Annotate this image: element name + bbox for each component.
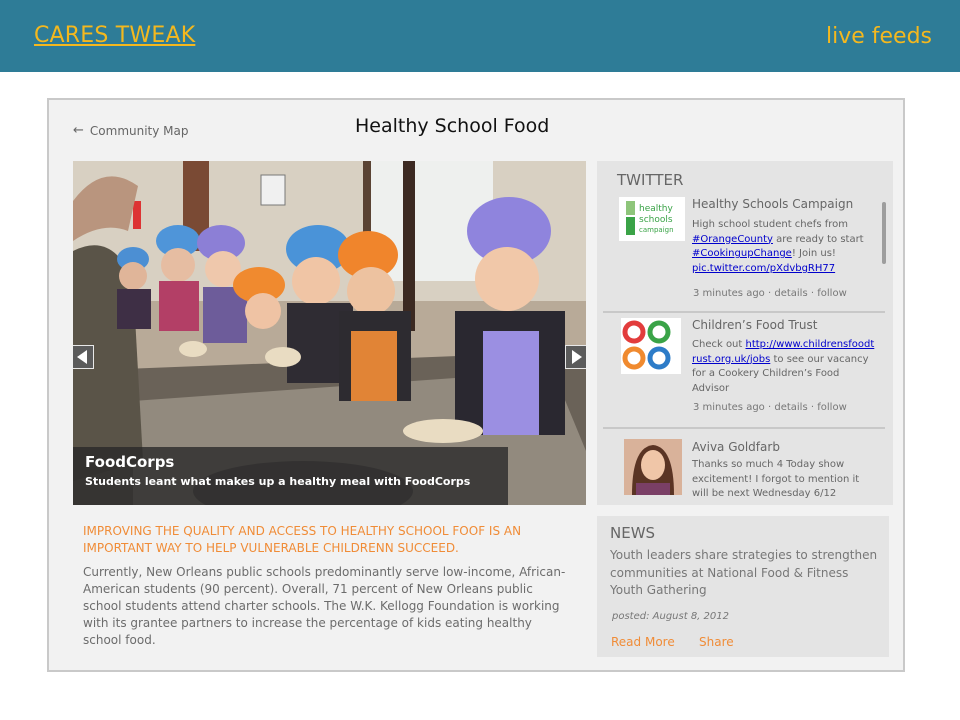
tweet-divider [603, 427, 885, 429]
news-title[interactable]: Youth leaders share strategies to streng… [610, 547, 880, 600]
news-panel: NEWS Youth leaders share strategies to s… [597, 516, 889, 657]
tweet-message: Check out http://www.childrensfoodtrust.… [692, 339, 875, 394]
twitter-feed: TWITTER healthy schools campaign Healthy… [597, 161, 893, 505]
brand-link[interactable]: CARES TWEAK [34, 23, 195, 48]
photo-link[interactable]: pic.twitter.com/pXdvbgRH77 [692, 263, 835, 274]
hero-prev-button[interactable] [73, 345, 94, 369]
tweet-author[interactable]: Aviva Goldfarb [692, 440, 780, 454]
hero-caption-subtitle: Students leant what makes up a healthy m… [85, 475, 471, 488]
page-title: Healthy School Food [355, 115, 550, 137]
healthy-schools-logo: healthy schools campaign [619, 197, 685, 241]
tweet-time: 3 minutes ago [693, 288, 765, 299]
logo-text-schools: schools [639, 215, 673, 225]
tweet-details-link[interactable]: details [774, 288, 807, 299]
tweet-follow-link[interactable]: follow [817, 288, 847, 299]
content-frame: ← Community Map Healthy School Food Food… [47, 98, 905, 672]
chevron-left-icon [77, 350, 87, 364]
back-link-label: Community Map [89, 123, 189, 138]
twitter-heading: TWITTER [617, 171, 684, 189]
back-to-community-map-link[interactable]: ← Community Map [73, 123, 189, 138]
twitter-scrollbar[interactable] [882, 202, 886, 264]
hero-caption: FoodCorps Students leant what makes up a… [73, 447, 508, 505]
tweet-author[interactable]: Children’s Food Trust [692, 318, 817, 332]
live-feeds-link[interactable]: live feeds [826, 24, 932, 49]
top-bar: CARES TWEAK live feeds [0, 0, 960, 72]
news-heading: NEWS [610, 524, 656, 542]
chevron-right-icon [572, 350, 582, 364]
tweet-meta: 3 minutes ago · details · follow [693, 288, 847, 299]
logo-text-campaign: campaign [639, 226, 674, 234]
hashtag-link[interactable]: #CookingupChange [692, 248, 792, 259]
tweet-message: Thanks so much 4 Today show excitement! … [692, 459, 860, 499]
tweet-author[interactable]: Healthy Schools Campaign [692, 197, 853, 211]
article-body: Currently, New Orleans public schools pr… [83, 565, 566, 647]
hero-caption-title: FoodCorps [85, 453, 175, 471]
share-link[interactable]: Share [699, 635, 734, 649]
read-more-link[interactable]: Read More [611, 635, 675, 649]
left-arrow-icon: ← [73, 123, 84, 138]
hero-next-button[interactable] [565, 345, 586, 369]
tweet-details-link[interactable]: details [774, 402, 807, 413]
tweet-time: 3 minutes ago [693, 402, 765, 413]
childrens-food-trust-logo [621, 318, 681, 374]
tweet-message: High school student chefs from #OrangeCo… [692, 219, 864, 274]
tweet-meta: 3 minutes ago · details · follow [693, 402, 847, 413]
tweet-divider [603, 311, 885, 313]
article-headline: IMPROVING THE QUALITY AND ACCESS TO HEAL… [83, 524, 522, 555]
avatar [624, 439, 682, 495]
logo-text-healthy: healthy [639, 204, 673, 214]
news-posted-date: posted: August 8, 2012 [612, 611, 729, 622]
hashtag-link[interactable]: #OrangeCounty [692, 234, 773, 245]
hero-slideshow[interactable]: FoodCorps Students leant what makes up a… [73, 161, 586, 505]
tweet-follow-link[interactable]: follow [817, 402, 847, 413]
